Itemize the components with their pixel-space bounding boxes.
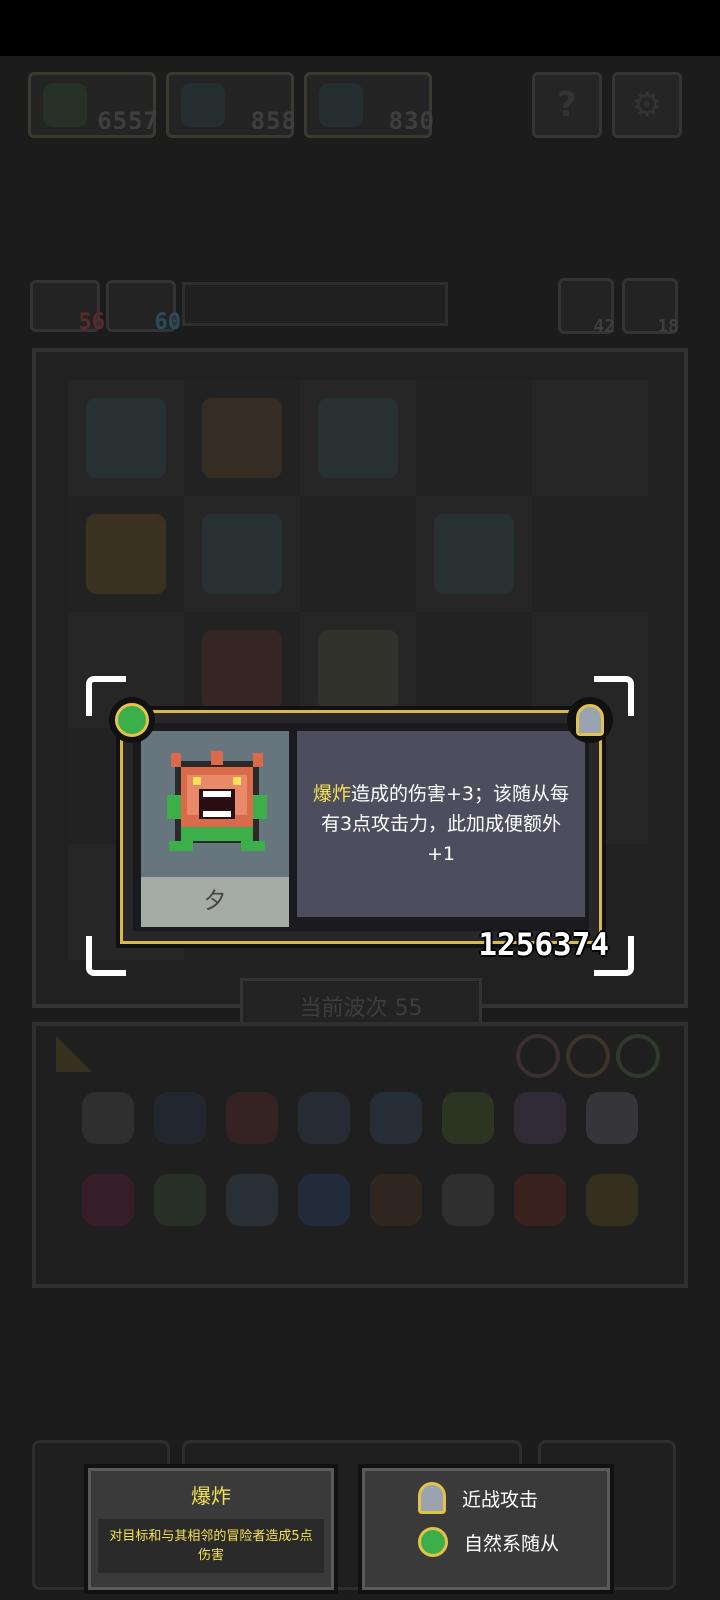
item-icon[interactable] — [370, 1174, 422, 1226]
sword-icon — [418, 1482, 446, 1514]
board-cell[interactable] — [184, 380, 300, 496]
item-icon[interactable] — [154, 1092, 206, 1144]
tag-melee: 近战攻击 — [418, 1476, 610, 1520]
board-cell[interactable] — [68, 380, 184, 496]
totem-icon — [202, 514, 282, 594]
crystal-icon — [181, 83, 225, 127]
unit-name: 夕 — [141, 877, 289, 927]
help-icon: ? — [557, 85, 577, 125]
item-icon[interactable] — [226, 1092, 278, 1144]
crystal-icon — [434, 514, 514, 594]
description-text: 造成的伤害+3；该随从每有3点攻击力，此加成便额外+1 — [320, 783, 570, 865]
tab-triangle-icon[interactable] — [56, 1036, 92, 1072]
item-icon[interactable] — [154, 1174, 206, 1226]
monster-icon — [167, 751, 267, 851]
settings-button[interactable]: ⚙ — [612, 72, 682, 138]
board-cell[interactable] — [532, 496, 648, 612]
gem-icon — [43, 83, 87, 127]
unit-tooltip-card: 夕 爆炸造成的伤害+3；该随从每有3点攻击力，此加成便额外+1 1256374 — [109, 697, 613, 963]
shield-stat: 60 — [106, 280, 181, 335]
settings-icon: ⚙ — [631, 85, 663, 125]
card-inner: 夕 爆炸造成的伤害+3；该随从每有3点攻击力，此加成便额外+1 — [133, 723, 589, 931]
inventory-panel — [32, 1022, 688, 1288]
filter-green-icon[interactable] — [616, 1034, 660, 1078]
board-cell[interactable] — [300, 496, 416, 612]
board-cell[interactable] — [532, 380, 648, 496]
keyword-explode[interactable]: 爆炸 — [313, 783, 351, 805]
crystal-icon — [86, 398, 166, 478]
key-count: 18 — [657, 316, 679, 337]
gem-count: 6557 — [97, 107, 159, 135]
item-icon[interactable] — [370, 1092, 422, 1144]
dragon-icon — [86, 514, 166, 594]
resource-crystal: 858 — [166, 72, 297, 138]
keyword-body: 对目标和与其相邻的冒险者造成5点伤害 — [98, 1519, 324, 1573]
help-button[interactable]: ? — [532, 72, 602, 138]
eye-stat: 56 — [30, 280, 105, 335]
tag-nature: 自然系随从 — [418, 1520, 610, 1564]
tag-label: 自然系随从 — [464, 1532, 560, 1555]
board-cell[interactable] — [300, 380, 416, 496]
totem-icon — [319, 83, 363, 127]
item-icon[interactable] — [298, 1092, 350, 1144]
crystal-icon — [318, 398, 398, 478]
resource-gem: 6557 — [28, 72, 159, 138]
clover-badge — [109, 697, 155, 743]
board-cell[interactable] — [68, 496, 184, 612]
unit-portrait — [141, 731, 289, 877]
item-icon[interactable] — [442, 1092, 494, 1144]
progress-bar — [182, 282, 448, 326]
board-cell[interactable] — [416, 380, 532, 496]
board-cell[interactable] — [184, 496, 300, 612]
item-icon[interactable] — [514, 1174, 566, 1226]
shield-stat-value: 60 — [154, 310, 182, 335]
item-icon[interactable] — [226, 1174, 278, 1226]
sword-icon — [576, 704, 604, 736]
tag-label: 近战攻击 — [462, 1488, 539, 1511]
keyword-title: 爆炸 — [191, 1484, 231, 1508]
tags-panel: 近战攻击 自然系随从 — [358, 1464, 614, 1594]
board-cell[interactable] — [416, 496, 532, 612]
item-icon[interactable] — [514, 1092, 566, 1144]
unit-score: 1256374 — [478, 927, 609, 963]
crystal-count: 858 — [250, 107, 297, 135]
trophy-icon — [202, 398, 282, 478]
key-button[interactable]: 18 — [622, 278, 679, 337]
filter-yellow-icon[interactable] — [566, 1034, 610, 1078]
filter-red-icon[interactable] — [516, 1034, 560, 1078]
clover-icon — [115, 703, 149, 737]
totem-count: 830 — [388, 107, 435, 135]
reroll-count: 42 — [593, 316, 615, 337]
item-icon[interactable] — [586, 1092, 638, 1144]
item-icon[interactable] — [82, 1174, 134, 1226]
clover-icon — [418, 1527, 448, 1557]
eye-stat-value: 56 — [78, 310, 106, 335]
item-icon[interactable] — [442, 1174, 494, 1226]
status-bar — [0, 0, 720, 56]
resource-totem: 830 — [304, 72, 435, 138]
reroll-button[interactable]: 42 — [558, 278, 615, 337]
unit-description: 爆炸造成的伤害+3；该随从每有3点攻击力，此加成便额外+1 — [297, 731, 585, 917]
item-icon[interactable] — [82, 1092, 134, 1144]
keyword-tooltip-panel: 爆炸 对目标和与其相邻的冒险者造成5点伤害 — [84, 1464, 338, 1594]
item-icon[interactable] — [586, 1174, 638, 1226]
item-icon[interactable] — [298, 1174, 350, 1226]
sword-badge — [567, 697, 613, 743]
